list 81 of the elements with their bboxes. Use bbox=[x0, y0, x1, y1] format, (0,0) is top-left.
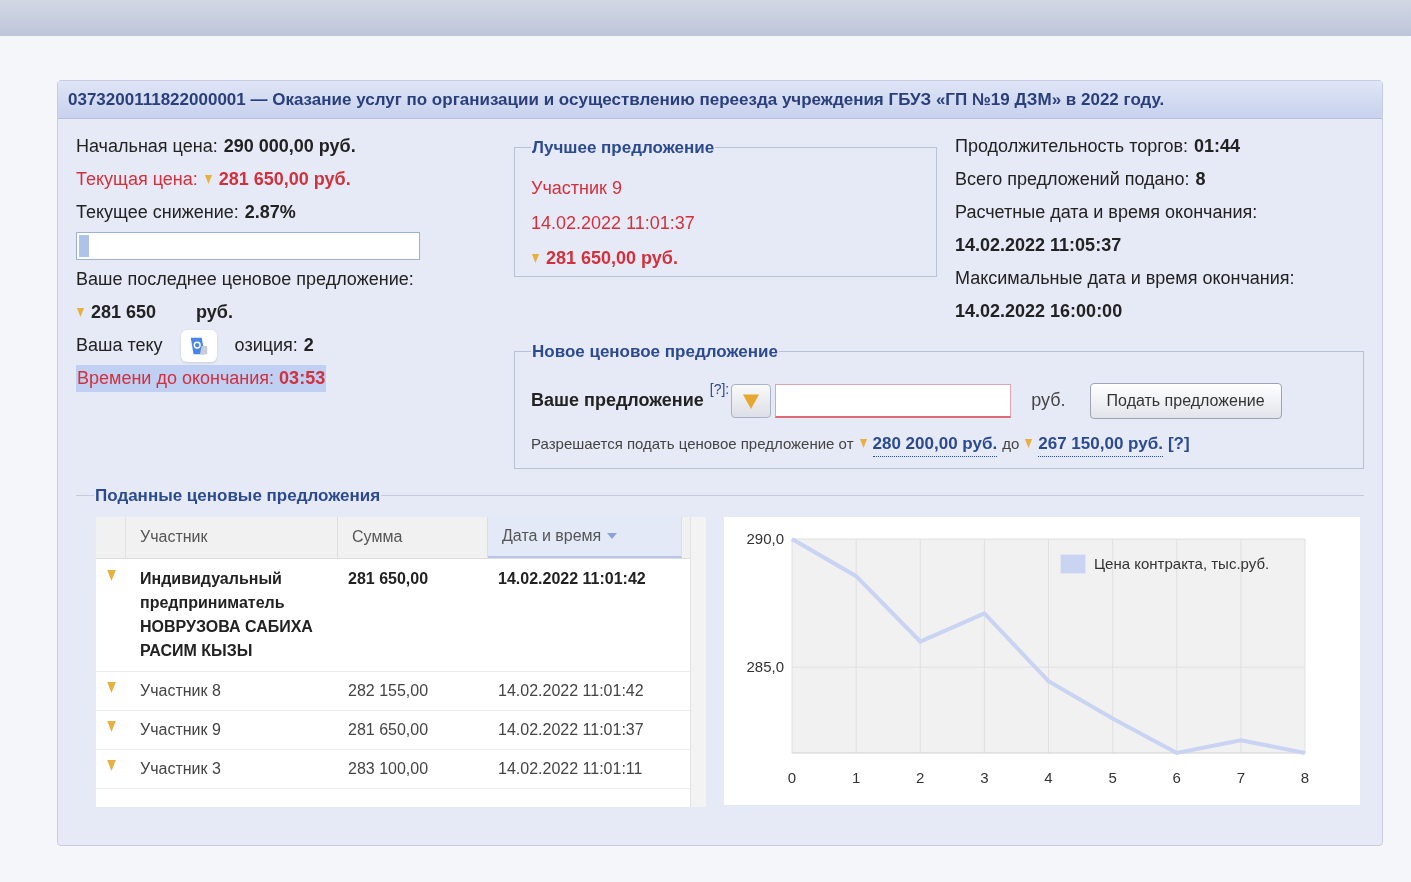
hint-text: Разрешается подать ценовое предложение от bbox=[531, 433, 854, 454]
datetime-text: 14.02.2022 11:01:37 bbox=[531, 211, 696, 235]
down-arrow-icon bbox=[531, 252, 540, 264]
down-arrow-icon bbox=[858, 438, 868, 450]
x-tick-label: 8 bbox=[1300, 768, 1310, 786]
label-text: Текущее снижение: bbox=[76, 201, 239, 224]
submit-button[interactable]: Подать предложение bbox=[1089, 382, 1282, 419]
down-arrow-icon bbox=[203, 174, 213, 185]
price-input[interactable] bbox=[775, 383, 1012, 418]
label-text: Всего предложений подано: bbox=[955, 168, 1190, 191]
y-tick-label: 290,0 bbox=[746, 529, 784, 547]
value-text: 2 bbox=[303, 334, 314, 357]
label-text: Ваше последнее ценовое предложение: bbox=[76, 268, 414, 291]
help-link[interactable]: [?] bbox=[1167, 431, 1190, 457]
label-text: Расчетные дата и время окончания: bbox=[955, 201, 1259, 224]
x-tick-label: 7 bbox=[1236, 768, 1246, 786]
table-cell-text: 281 650,00 bbox=[347, 719, 430, 740]
table-cell-text: Участник 9 bbox=[139, 719, 222, 740]
table-cell-text: 282 155,00 bbox=[347, 680, 430, 701]
group-title: Лучшее предложение bbox=[531, 137, 716, 159]
price-text: 281 650,00 руб. bbox=[546, 246, 678, 270]
x-tick-label: 0 bbox=[787, 768, 797, 786]
label-text: Максимальные дата и время окончания: bbox=[955, 267, 1296, 290]
table-cell-text: 14.02.2022 11:01:42 bbox=[497, 680, 645, 701]
max-price-link[interactable]: 267 150,00 руб. bbox=[1038, 430, 1163, 457]
dropdown-button[interactable] bbox=[731, 383, 772, 418]
help-link[interactable]: [?]: bbox=[709, 380, 730, 397]
down-arrow-icon bbox=[105, 680, 117, 694]
value-text: 2.87% bbox=[244, 201, 296, 224]
legend-label: Цена контракта, тыс.руб. bbox=[1094, 553, 1270, 574]
group-title: Новое ценовое предложение bbox=[531, 341, 779, 363]
panel-title: 0373200111822000001 — Оказание услуг по организации и осуществлению переезда учреждения ГБУЗ «ГП №19 ДЗМ» в 2022 году. bbox=[58, 81, 1382, 119]
table-cell-text: Участник 3 bbox=[139, 758, 222, 779]
down-arrow-icon bbox=[105, 758, 117, 772]
down-arrow-icon bbox=[742, 392, 761, 409]
value-text: руб. bbox=[196, 301, 233, 324]
table-cell-text: 281 650,00 bbox=[347, 568, 430, 589]
x-tick-label: 2 bbox=[916, 768, 925, 786]
value-text: 281 650 bbox=[91, 301, 157, 324]
value-text: 8 bbox=[1195, 168, 1206, 191]
table-cell-text: Индивидуальный предприниматель НОВРУЗОВА САБИХА РАСИМ КЫЗЫ bbox=[139, 568, 314, 661]
countdown-text: Времени до окончания: 03:53 bbox=[76, 365, 327, 392]
x-tick-label: 4 bbox=[1044, 768, 1053, 786]
down-arrow-icon bbox=[76, 307, 85, 318]
min-price-link[interactable]: 280 200,00 руб. bbox=[872, 430, 998, 457]
y-tick-label: 285,0 bbox=[746, 657, 784, 675]
column-header[interactable]: Участник bbox=[126, 516, 338, 558]
x-tick-label: 3 bbox=[980, 768, 989, 786]
column-header[interactable]: Дата и время bbox=[488, 516, 682, 558]
value-text: 14.02.2022 16:00:00 bbox=[955, 300, 1124, 323]
down-arrow-icon bbox=[1024, 438, 1034, 450]
label-text: озиция: bbox=[234, 334, 298, 357]
participant-text: Участник 9 bbox=[531, 176, 623, 200]
table-row[interactable]: Участник 8 282 155,00 14.02.2022 11:01:42 bbox=[96, 671, 690, 711]
x-tick-label: 1 bbox=[851, 768, 861, 786]
value-text: 14.02.2022 11:05:37 bbox=[955, 234, 1123, 257]
value-text: 281 650,00 руб. bbox=[218, 168, 351, 191]
value-text: 290 000,00 руб. bbox=[223, 135, 356, 158]
down-arrow-icon bbox=[105, 568, 117, 582]
label-text: Текущая цена: bbox=[76, 168, 198, 191]
value-text: 01:44 bbox=[1194, 135, 1241, 158]
unit-text: руб. bbox=[1031, 389, 1066, 412]
table-row[interactable]: Участник 9 281 650,00 14.02.2022 11:01:37 bbox=[96, 710, 690, 750]
group-title: Поданные ценовые предложения bbox=[94, 485, 382, 507]
table-cell-text: 14.02.2022 11:01:37 bbox=[497, 719, 645, 740]
table-row[interactable]: Участник 3 283 100,00 14.02.2022 11:01:11 bbox=[96, 749, 690, 789]
table-cell-text: Участник 8 bbox=[139, 680, 222, 701]
hint-text: до bbox=[1002, 433, 1020, 454]
label-text: Ваше предложение bbox=[531, 389, 704, 412]
label-text: Ваша теку bbox=[76, 334, 163, 357]
table-cell-text: 283 100,00 bbox=[347, 758, 430, 779]
sort-arrow-icon bbox=[607, 533, 618, 539]
down-arrow-icon bbox=[105, 719, 117, 733]
scrollbar[interactable] bbox=[690, 516, 706, 807]
label-text: Начальная цена: bbox=[76, 135, 218, 158]
label-text: Продолжительность торгов: bbox=[955, 135, 1188, 158]
x-tick-label: 5 bbox=[1108, 768, 1117, 786]
table-cell-text: 14.02.2022 11:01:42 bbox=[497, 568, 647, 589]
translate-popup-icon[interactable] bbox=[180, 329, 217, 362]
table-cell-text: 14.02.2022 11:01:11 bbox=[497, 758, 644, 779]
x-tick-label: 6 bbox=[1172, 768, 1181, 786]
